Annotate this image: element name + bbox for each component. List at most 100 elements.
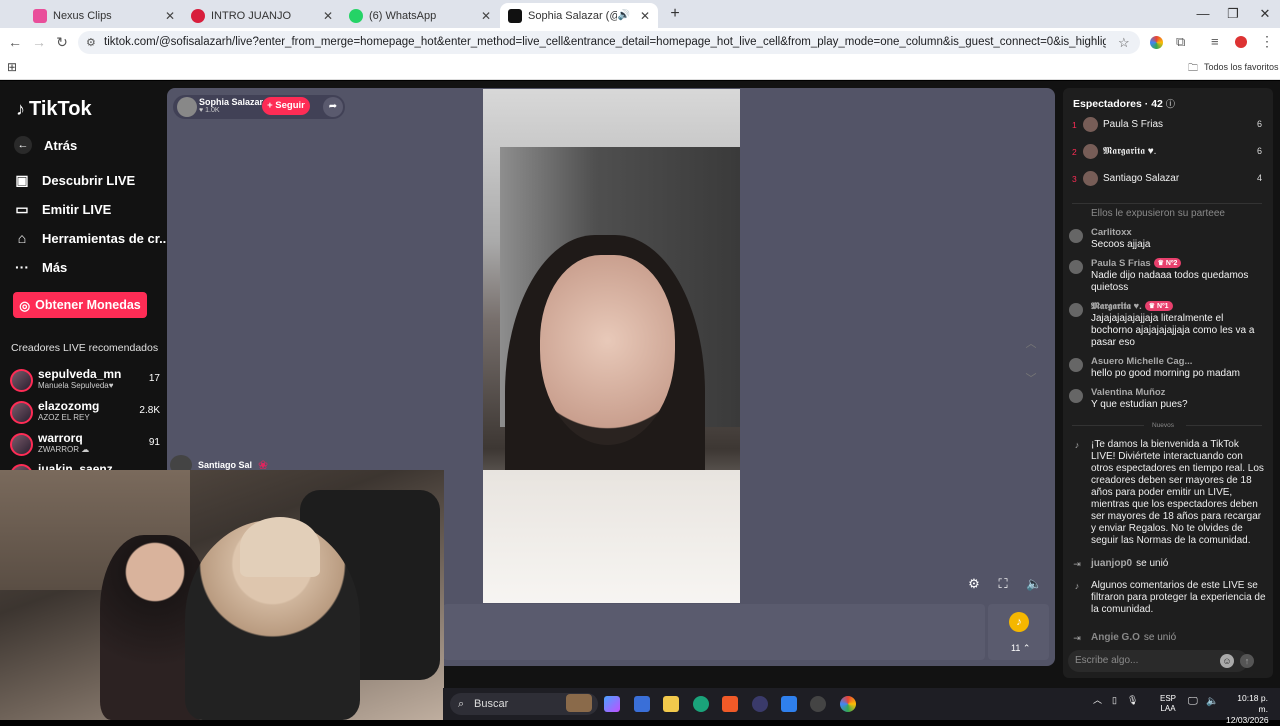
sidebar-item-discover-live[interactable]: ▣ Descubrir LIVE xyxy=(14,172,135,189)
settings-icon[interactable]: ⚙ xyxy=(967,577,981,591)
minimize-icon[interactable]: — xyxy=(1190,4,1216,24)
copilot-icon[interactable] xyxy=(604,696,620,712)
top-viewer[interactable]: 1 Paula S Frias 6 xyxy=(1072,116,1270,136)
battery-icon[interactable]: ▯ xyxy=(1112,695,1117,705)
divider xyxy=(1072,203,1262,204)
url-text[interactable]: tiktok.com/@sofisalazarh/live?enter_from… xyxy=(104,36,1106,48)
brave-icon[interactable] xyxy=(722,696,738,712)
apps-grid-icon[interactable]: ⊞ xyxy=(7,60,17,74)
close-icon[interactable]: ✕ xyxy=(640,9,650,23)
welcome-text: ¡Te damos la bienvenida a TikTok LIVE! D… xyxy=(1091,439,1264,546)
filter-notice-text: Algunos comentarios de este LIVE se filt… xyxy=(1091,580,1266,615)
send-icon[interactable]: ↑ xyxy=(1240,654,1254,668)
bookmark-star-icon[interactable]: ☆ xyxy=(1118,35,1130,51)
puzzle-extensions-icon[interactable]: ⧉ xyxy=(1176,34,1185,50)
chat-comment[interactable]: Valentina Muñoz Y que estudian pues? xyxy=(1069,387,1265,415)
store-icon[interactable] xyxy=(634,696,650,712)
join-user[interactable]: Angie G.O xyxy=(1091,632,1140,643)
edge-icon[interactable] xyxy=(693,696,709,712)
coin-icon[interactable]: ♪ xyxy=(1009,612,1029,632)
reload-icon[interactable]: ↻ xyxy=(53,33,71,51)
close-icon[interactable]: ✕ xyxy=(323,9,333,23)
extension-icon[interactable] xyxy=(1150,36,1163,49)
emoji-icon[interactable]: ☺ xyxy=(1220,654,1234,668)
restore-icon[interactable]: ❐ xyxy=(1220,4,1246,24)
chat-comment[interactable]: Asuero Michelle Cag... hello po good mor… xyxy=(1069,356,1265,384)
recommended-creator[interactable]: sepulveda_mn Manuela Sepulveda♥ 17 xyxy=(10,367,160,397)
chat-comment[interactable]: Paula S Frias ♛ Nº2 Nadie dijo nadaaa tod… xyxy=(1069,258,1265,298)
language-indicator[interactable]: ESP LAA xyxy=(1160,694,1176,714)
site-info-icon[interactable]: ⚙ xyxy=(86,36,96,49)
menu-dots-icon[interactable]: ⋮ xyxy=(1260,33,1274,50)
back-arrow-icon[interactable]: ← xyxy=(6,33,24,51)
volume-icon[interactable]: 🔈 xyxy=(1026,577,1042,591)
previous-live-icon[interactable]: ︿ xyxy=(1024,335,1038,351)
close-icon[interactable]: ✕ xyxy=(481,9,491,23)
media-controls-icon[interactable]: ≡ xyxy=(1211,34,1219,49)
tab-intro-juanjo[interactable]: INTRO JUANJO ✕ xyxy=(183,3,341,28)
viewer-count: 2.8K xyxy=(139,405,160,416)
coin-count[interactable]: 11 ⌃ xyxy=(1011,643,1030,654)
join-message: ⇥ juanjop0 se unió xyxy=(1069,558,1265,572)
tiktok-logo[interactable]: ♪ TikTok xyxy=(16,98,92,121)
speaker-icon[interactable]: 🔊 xyxy=(617,10,629,21)
volume-tray-icon[interactable]: 🔈 xyxy=(1206,696,1218,707)
sidebar-item-more[interactable]: ··· Más xyxy=(14,259,67,275)
sidebar-item-go-live[interactable]: ▭ Emitir LIVE xyxy=(14,201,111,218)
get-coins-button[interactable]: ◎ Obtener Monedas xyxy=(13,292,147,318)
tab-sophia-salazar[interactable]: Sophia Salazar (@sofisalaz... 🔊 ✕ xyxy=(500,3,658,28)
avatar xyxy=(1069,358,1083,372)
next-live-icon[interactable]: ﹀ xyxy=(1024,370,1038,386)
comment-user[interactable]: 𝕸𝖆𝖗𝖌𝖆𝖗𝖎𝖙𝖆 ♥. ♛ Nº1 xyxy=(1091,301,1173,312)
comment-user[interactable]: Carlitoxx xyxy=(1091,227,1132,238)
info-icon[interactable]: ⓘ xyxy=(1166,99,1175,109)
tab-whatsapp[interactable]: (6) WhatsApp ✕ xyxy=(341,3,499,28)
top-viewer[interactable]: 3 Santiago Salazar 4 xyxy=(1072,170,1270,190)
taskbar-search-label[interactable]: Buscar xyxy=(474,698,508,710)
system-tray[interactable]: ︿ ▯ 🎙 xyxy=(1093,693,1138,706)
host-name[interactable]: Sophia Salazar xyxy=(199,97,263,107)
steam-icon[interactable] xyxy=(810,696,826,712)
clock[interactable]: 10:18 p. m. 12/03/2026 xyxy=(1226,693,1269,726)
new-messages-label[interactable]: Nuevos xyxy=(1152,422,1174,429)
all-bookmarks[interactable]: Todos los favoritos xyxy=(1204,62,1279,72)
viewer-score: 6 xyxy=(1256,119,1262,129)
webcam-beanie xyxy=(240,517,320,577)
logo-text: TikTok xyxy=(29,98,92,120)
microphone-icon[interactable]: 🎙 xyxy=(1127,695,1138,705)
profile-avatar[interactable] xyxy=(1235,36,1247,48)
rank-number: 1 xyxy=(1072,120,1077,130)
viewers-title-text: Espectadores · 42 xyxy=(1073,98,1163,110)
window-close-icon[interactable]: ✕ xyxy=(1252,4,1278,24)
follow-button[interactable]: + Seguir xyxy=(262,97,310,115)
video-icon: ▭ xyxy=(15,201,29,217)
search-highlight-icon[interactable] xyxy=(566,694,592,712)
chat-comment[interactable]: 𝕸𝖆𝖗𝖌𝖆𝖗𝖎𝖙𝖆 ♥. ♛ Nº1 Jajajajajajajjaja lite… xyxy=(1069,301,1265,353)
app-icon[interactable] xyxy=(752,696,768,712)
chrome-icon[interactable] xyxy=(840,696,856,712)
comment-user[interactable]: Valentina Muñoz xyxy=(1091,387,1165,398)
tiktok-note-icon: ♪ xyxy=(1074,440,1080,450)
comment-user[interactable]: Paula S Frias ♛ Nº2 xyxy=(1091,258,1182,269)
host-avatar[interactable] xyxy=(177,97,197,117)
recommended-creator[interactable]: elazozomg AZOZ EL REY 2.8K xyxy=(10,399,160,429)
close-icon[interactable]: ✕ xyxy=(165,9,175,23)
mail-icon[interactable] xyxy=(781,696,797,712)
recommended-creator[interactable]: warrorq ZWARROR ☁ 91 xyxy=(10,431,160,461)
forward-arrow-icon[interactable]: → xyxy=(30,33,48,51)
chevron-up-icon[interactable]: ︿ xyxy=(1093,695,1102,705)
sidebar-item-creator-tools[interactable]: ⌂ Herramientas de cr... xyxy=(14,230,170,246)
top-viewer[interactable]: 2 𝕸𝖆𝖗𝖌𝖆𝖗𝖎𝖙𝖆 ♥. 6 xyxy=(1072,143,1270,163)
join-user[interactable]: juanjop0 xyxy=(1091,558,1132,569)
back-link[interactable]: ← Atrás xyxy=(14,136,77,154)
file-explorer-icon[interactable] xyxy=(663,696,679,712)
fullscreen-icon[interactable]: ⛶ xyxy=(996,577,1010,591)
network-icon[interactable]: 🖵 xyxy=(1188,696,1198,707)
share-icon[interactable]: ➦ xyxy=(323,97,343,117)
tab-nexus-clips[interactable]: Nexus Clips ✕ xyxy=(25,3,183,28)
chat-input-placeholder[interactable]: Escribe algo... xyxy=(1075,655,1138,666)
comment-user[interactable]: Asuero Michelle Cag... xyxy=(1091,356,1192,367)
chat-comment[interactable]: Carlitoxx Secoos ajjaja xyxy=(1069,227,1265,257)
avatar xyxy=(1069,389,1083,403)
new-tab-button[interactable]: + xyxy=(662,4,688,24)
